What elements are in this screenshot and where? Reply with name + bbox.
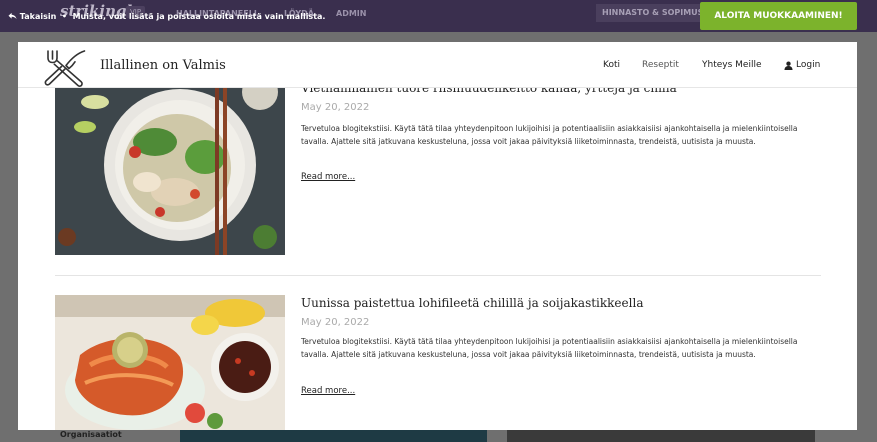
admin-nav-admin[interactable]: ADMIN [336, 9, 366, 18]
post-title[interactable]: Uunissa paistettua lohifileetä chilillä … [301, 296, 643, 310]
read-more-link[interactable]: Read more... [301, 386, 355, 396]
back-link[interactable]: Takaisin [8, 12, 59, 21]
admin-billing-link[interactable]: HINNASTO & SOPIMUS [596, 4, 704, 22]
background-thumbnail [507, 430, 815, 442]
start-editing-button[interactable]: ALOITA MUOKKAAMINEN! [700, 2, 857, 30]
admin-bar: strikingly VIP HALLINTAPANEELI LÖYDÄ ADM… [0, 0, 877, 32]
soup-image[interactable] [55, 82, 285, 255]
background-thumbnail [180, 430, 487, 442]
blog-post: Uunissa paistettua lohifileetä chilillä … [55, 295, 821, 430]
post-excerpt: Tervetuloa blogitekstiisi. Käytä tätä ti… [301, 337, 798, 359]
back-arrow-icon [8, 12, 17, 20]
user-icon [784, 61, 793, 70]
site-preview: Illallinen on Valmis Koti Reseptit Yhtey… [18, 42, 857, 430]
login-link[interactable]: Login [784, 60, 820, 70]
site-navbar: Illallinen on Valmis Koti Reseptit Yhtey… [18, 42, 857, 88]
login-label: Login [796, 60, 821, 70]
nav-contact[interactable]: Yhteys Meille [702, 60, 761, 70]
fork-knife-icon[interactable] [40, 47, 90, 87]
nav-home[interactable]: Koti [603, 60, 620, 70]
site-title[interactable]: Illallinen on Valmis [100, 58, 226, 73]
post-divider [55, 275, 821, 276]
editor-notice: Takaisin • Muista, voit lisätä ja poista… [8, 12, 325, 21]
separator-dot: • [59, 12, 70, 21]
nav-recipes[interactable]: Reseptit [642, 60, 679, 70]
salmon-image[interactable] [55, 295, 285, 430]
post-date: May 20, 2022 [301, 317, 370, 328]
post-date: May 20, 2022 [301, 102, 370, 113]
post-excerpt: Tervetuloa blogitekstiisi. Käytä tätä ti… [301, 124, 798, 146]
background-org-label: Organisaatiot [60, 430, 122, 439]
notice-text: Muista, voit lisätä ja poistaa osioita m… [72, 12, 326, 21]
read-more-link[interactable]: Read more... [301, 172, 355, 182]
back-label: Takaisin [19, 12, 57, 21]
